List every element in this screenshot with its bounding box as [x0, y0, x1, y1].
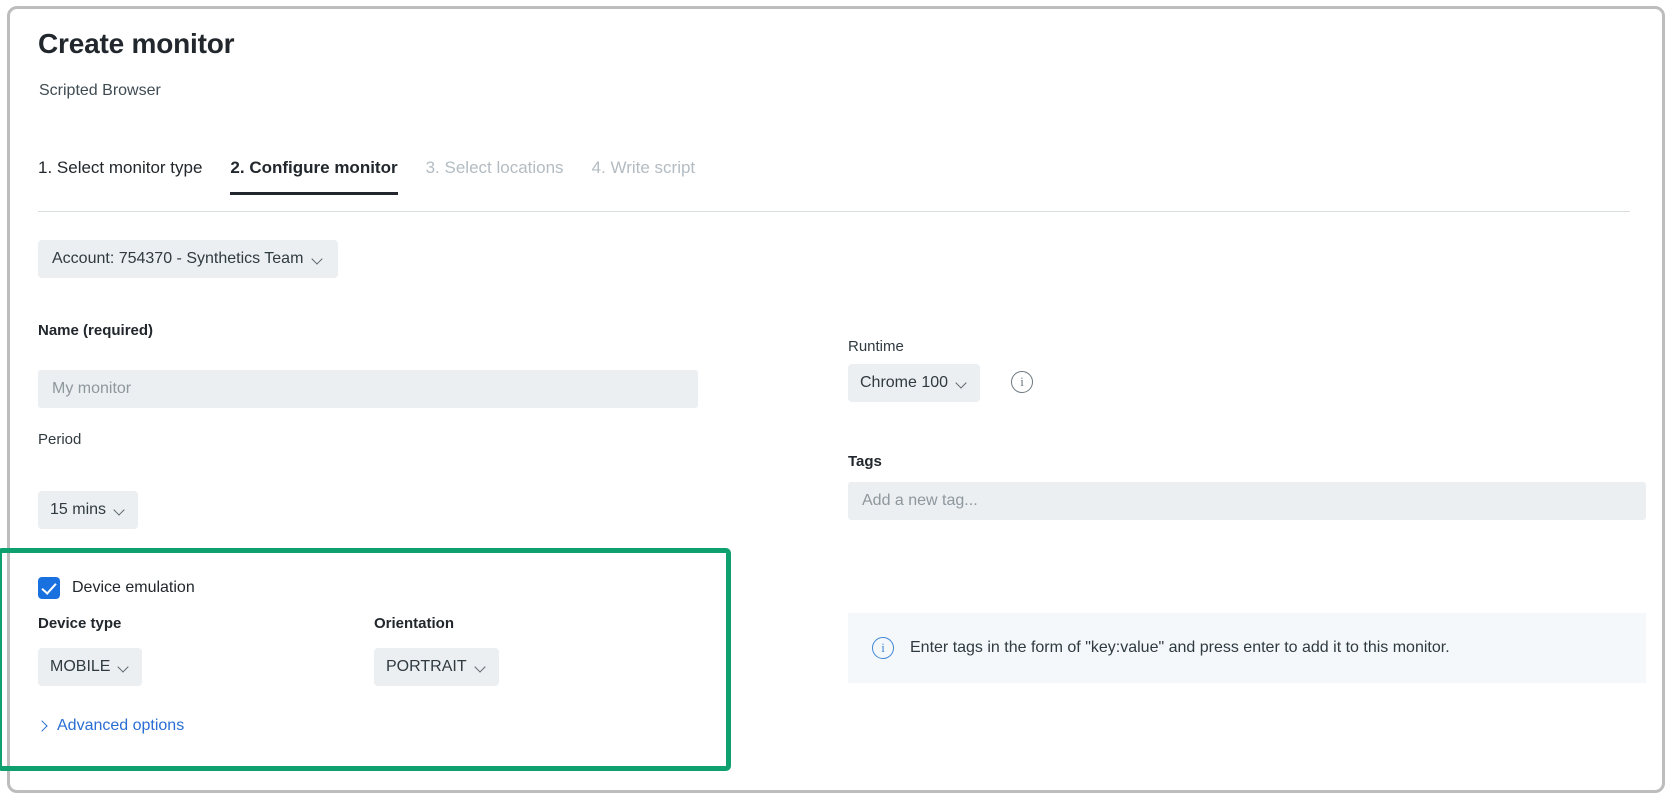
- device-emulation-checkbox-row[interactable]: Device emulation: [38, 577, 195, 599]
- device-emulation-checkbox[interactable]: [38, 577, 60, 599]
- tab-select-monitor-type[interactable]: 1. Select monitor type: [38, 158, 202, 194]
- chevron-down-icon: [313, 254, 324, 265]
- name-input[interactable]: [38, 370, 698, 408]
- runtime-info-icon[interactable]: i: [1011, 371, 1033, 393]
- orientation-value: PORTRAIT: [386, 658, 467, 675]
- tags-input[interactable]: [848, 482, 1646, 520]
- advanced-options-label: Advanced options: [57, 717, 185, 734]
- page-title: Create monitor: [38, 28, 235, 59]
- device-type-value: MOBILE: [50, 658, 111, 675]
- account-selector-label: Account: 754370 - Synthetics Team: [52, 250, 304, 267]
- tags-label: Tags: [848, 453, 882, 470]
- device-type-select[interactable]: MOBILE: [38, 648, 143, 686]
- period-field-label: Period: [38, 431, 82, 448]
- advanced-options-link[interactable]: Advanced options: [38, 717, 184, 735]
- chevron-right-icon: [38, 722, 47, 731]
- tags-info-banner: i Enter tags in the form of "key:value" …: [848, 613, 1646, 683]
- device-emulation-label: Device emulation: [72, 579, 195, 596]
- page-subtitle: Scripted Browser: [39, 82, 161, 99]
- chevron-down-icon: [115, 505, 126, 516]
- tags-info-banner-text: Enter tags in the form of "key:value" an…: [910, 639, 1450, 656]
- device-type-label: Device type: [38, 615, 122, 632]
- period-select[interactable]: 15 mins: [38, 491, 139, 529]
- orientation-select[interactable]: PORTRAIT: [374, 648, 499, 686]
- tab-write-script: 4. Write script: [591, 158, 696, 177]
- runtime-value: Chrome 100: [860, 374, 949, 391]
- chevron-down-icon: [476, 662, 487, 673]
- wizard-tabs: 1. Select monitor type 2. Configure moni…: [38, 158, 1630, 212]
- name-field-label: Name (required): [38, 322, 154, 339]
- runtime-label: Runtime: [848, 338, 904, 355]
- screenshot-root: Create monitor Scripted Browser 1. Selec…: [0, 0, 1672, 800]
- page-content: Create monitor Scripted Browser 1. Selec…: [0, 0, 1672, 800]
- period-select-value: 15 mins: [50, 501, 107, 518]
- chevron-down-icon: [957, 378, 968, 389]
- account-selector[interactable]: Account: 754370 - Synthetics Team: [38, 240, 339, 278]
- orientation-label: Orientation: [374, 615, 455, 632]
- runtime-select[interactable]: Chrome 100: [848, 364, 981, 402]
- tab-configure-monitor[interactable]: 2. Configure monitor: [230, 158, 398, 195]
- info-icon: i: [872, 637, 894, 659]
- chevron-down-icon: [119, 662, 130, 673]
- tab-select-locations: 3. Select locations: [425, 158, 564, 177]
